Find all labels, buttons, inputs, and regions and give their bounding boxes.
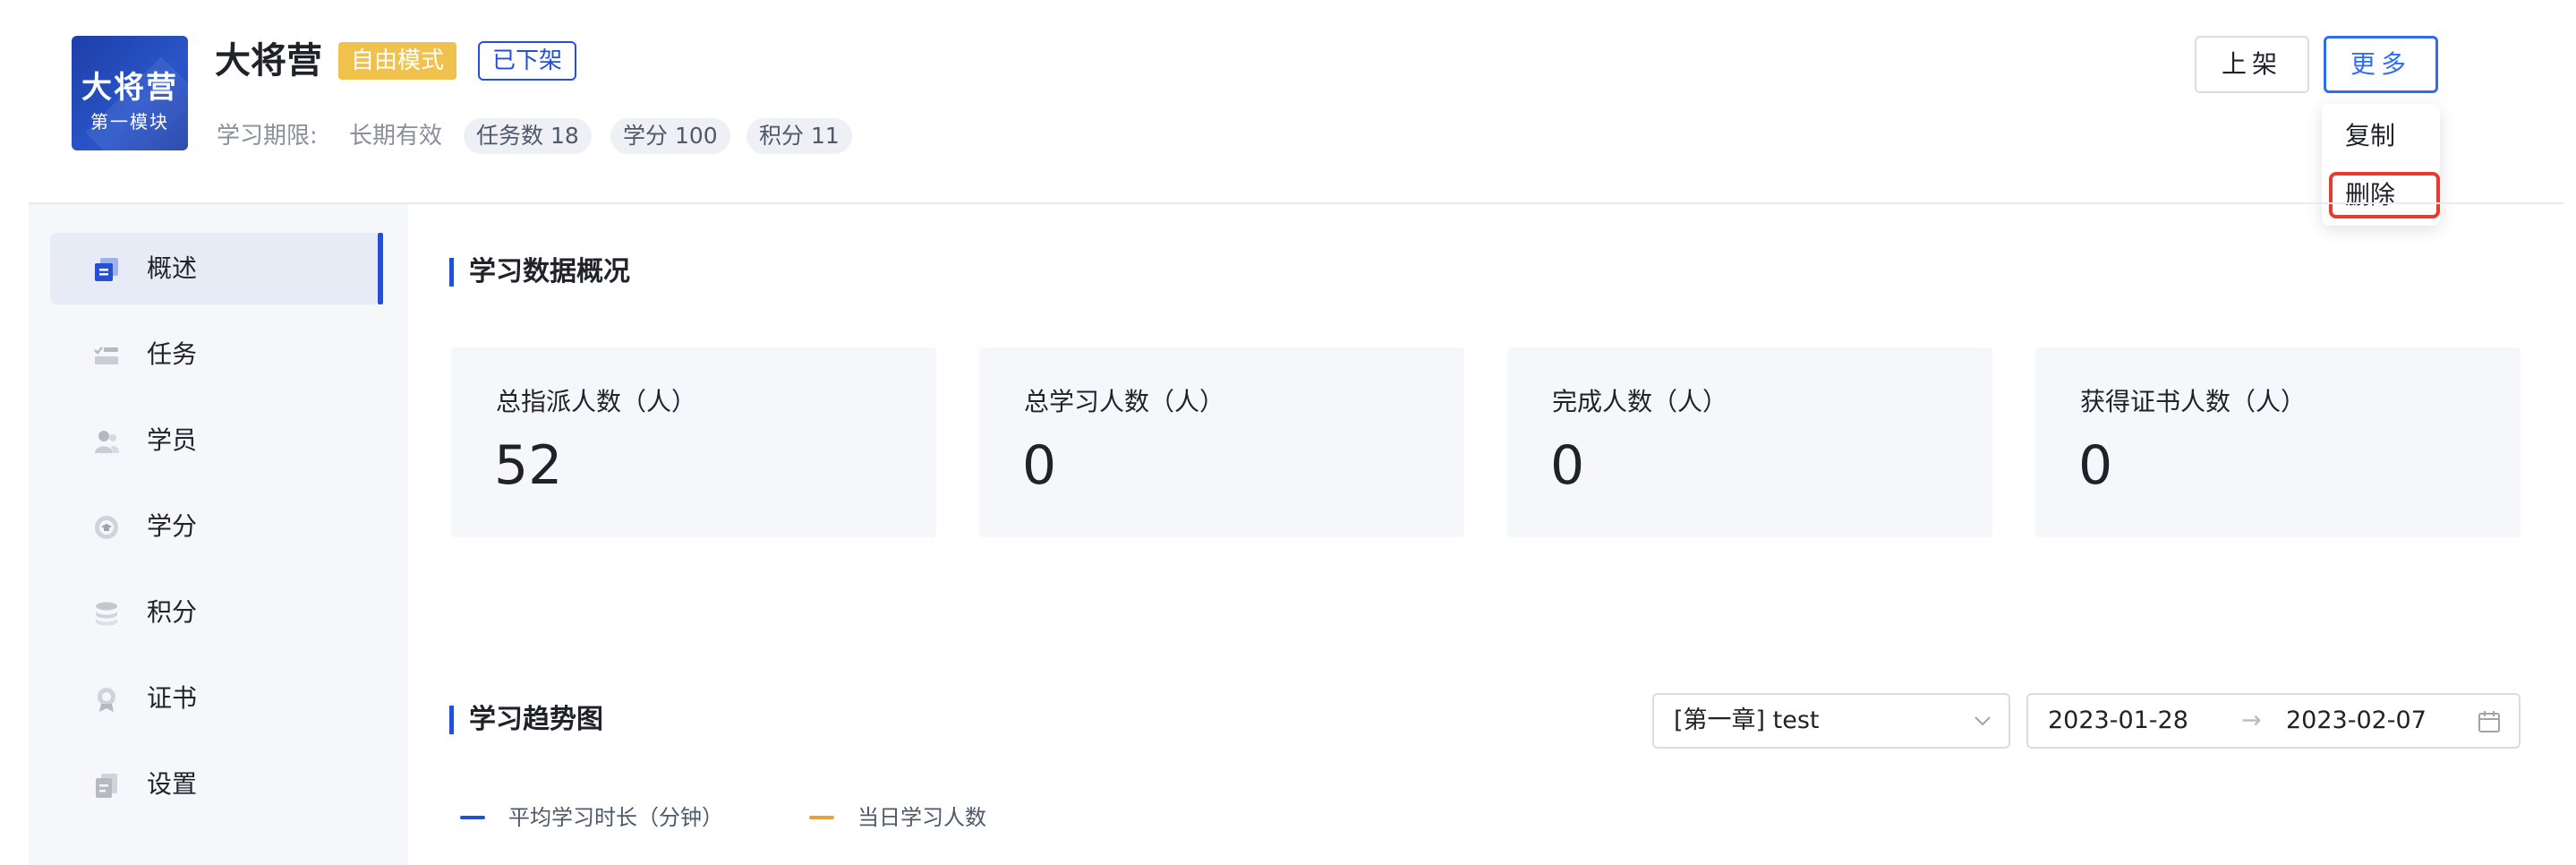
sidebar-item-label: 学分 xyxy=(147,511,198,541)
mode-tag: 自由模式 xyxy=(338,42,457,80)
stat-value: 0 xyxy=(1022,434,1057,497)
certificate-icon xyxy=(98,688,115,712)
section-marker xyxy=(449,706,454,734)
menu-item-delete[interactable]: 删除 xyxy=(2329,172,2440,218)
status-tag: 已下架 xyxy=(478,41,577,81)
credit-icon xyxy=(95,516,118,539)
more-dropdown-menu: 复制 删除 xyxy=(2322,104,2440,226)
stat-label: 总学习人数（人） xyxy=(1024,387,1225,416)
trend-section-title: 学习趋势图 xyxy=(469,704,603,735)
chapter-select[interactable]: [第一章] test xyxy=(1652,693,2010,749)
sidebar-item-label: 概述 xyxy=(147,253,198,283)
overview-icon xyxy=(95,258,118,281)
sidebar-item-settings[interactable]: 设置 xyxy=(50,749,381,820)
calendar-icon xyxy=(2478,711,2500,732)
cover-subtitle: 第一模块 xyxy=(90,111,169,133)
course-cover-image: 大将营 第一模块 xyxy=(72,36,188,150)
sidebar-item-label: 任务 xyxy=(147,339,198,369)
sidebar-item-label: 证书 xyxy=(147,683,198,713)
sidebar-item-student[interactable]: 学员 xyxy=(50,405,381,476)
student-icon xyxy=(95,431,119,453)
task-icon xyxy=(94,347,118,364)
overview-section-title: 学习数据概况 xyxy=(469,256,630,287)
stat-card-completed: 完成人数（人） 0 xyxy=(1507,347,1992,537)
chevron-down-icon xyxy=(1975,716,1991,726)
period-label: 学习期限: xyxy=(217,123,318,150)
stat-card-certified: 获得证书人数（人） 0 xyxy=(2035,347,2521,537)
date-range-picker[interactable]: 2023-01-28 → 2023-02-07 xyxy=(2026,693,2521,749)
stat-card-learners: 总学习人数（人） 0 xyxy=(979,347,1464,537)
header-divider xyxy=(29,202,2563,204)
stat-label: 获得证书人数（人） xyxy=(2080,387,2307,416)
sidebar-item-points[interactable]: 积分 xyxy=(50,577,381,648)
sidebar-item-overview[interactable]: 概述 xyxy=(50,233,383,304)
sidebar-item-credit[interactable]: 学分 xyxy=(50,491,381,562)
date-end-input[interactable]: 2023-02-07 xyxy=(2286,695,2427,747)
shelf-button[interactable]: 上架 xyxy=(2195,36,2309,93)
cover-title: 大将营 xyxy=(81,70,178,106)
stat-label: 总指派人数（人） xyxy=(496,387,697,416)
date-range-separator: → xyxy=(2241,707,2262,734)
stat-label: 完成人数（人） xyxy=(1552,387,1728,416)
more-button[interactable]: 更多 xyxy=(2324,36,2438,93)
stat-value: 0 xyxy=(2078,434,2113,497)
task-count-pill: 任务数 18 xyxy=(464,118,592,154)
menu-item-copy[interactable]: 复制 xyxy=(2345,116,2395,156)
section-marker xyxy=(449,258,454,287)
legend-label-daily-learners: 当日学习人数 xyxy=(857,805,986,830)
sidebar-item-label: 学员 xyxy=(147,425,198,455)
chapter-select-value: [第一章] test xyxy=(1674,707,1820,734)
date-start-input[interactable]: 2023-01-28 xyxy=(2048,695,2188,747)
sidebar-item-task[interactable]: 任务 xyxy=(50,319,381,390)
course-title: 大将营 xyxy=(215,40,322,81)
legend-swatch-avg-duration xyxy=(460,816,485,819)
stat-value: 0 xyxy=(1550,434,1585,497)
legend-label-avg-duration: 平均学习时长（分钟） xyxy=(508,805,723,830)
points-pill: 积分 11 xyxy=(746,118,852,154)
sidebar-item-certificate[interactable]: 证书 xyxy=(50,663,381,734)
points-icon xyxy=(96,602,117,626)
period-value: 长期有效 xyxy=(349,123,443,150)
sidebar-item-label: 积分 xyxy=(147,597,198,627)
sidebar: 概述 任务 学员 学分 积分 证书 设置 xyxy=(29,204,408,865)
credit-pill: 学分 100 xyxy=(610,118,730,154)
stat-card-assigned: 总指派人数（人） 52 xyxy=(451,347,936,537)
legend-swatch-daily-learners xyxy=(809,816,834,819)
sidebar-item-label: 设置 xyxy=(147,769,198,799)
stat-value: 52 xyxy=(494,434,563,497)
settings-icon xyxy=(96,774,117,798)
